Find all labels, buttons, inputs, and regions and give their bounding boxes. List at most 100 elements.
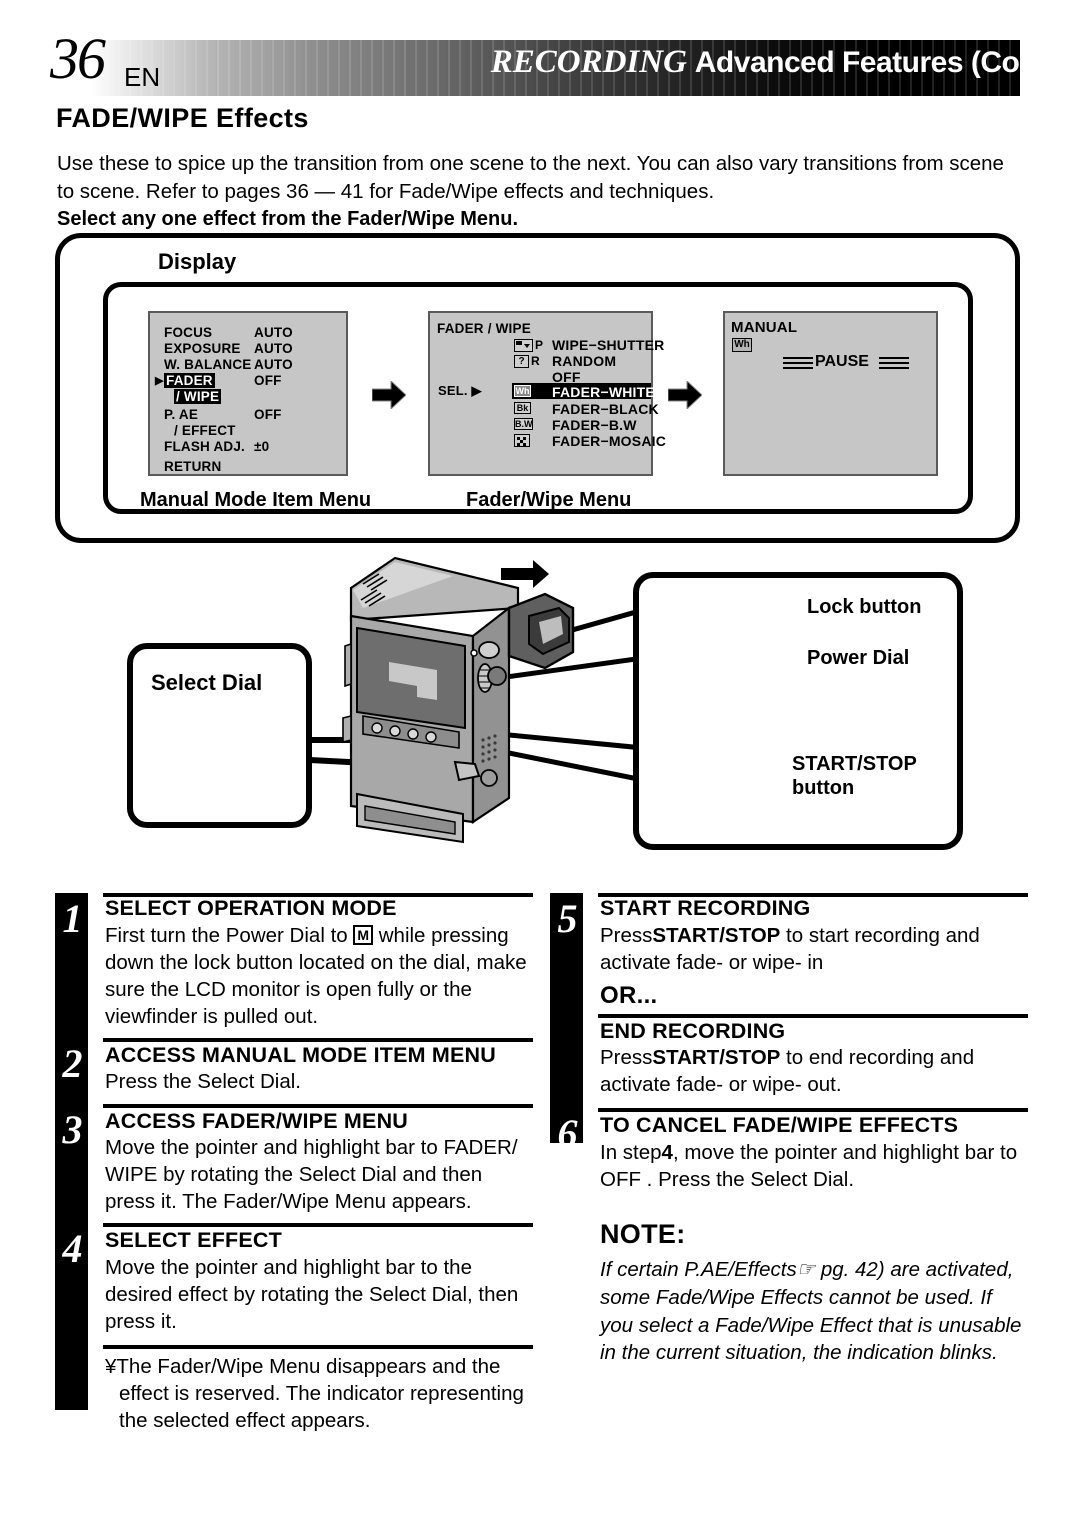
- step-title: SELECT OPERATION MODE: [105, 896, 397, 920]
- pause-status-group: PAUSE: [783, 353, 913, 373]
- menu-row-value: AUTO: [254, 357, 293, 372]
- step-body: Move the pointer and highlight bar to FA…: [105, 1136, 518, 1214]
- caption-fader-wipe-menu: Fader/Wipe Menu: [466, 489, 632, 511]
- step-body-pre: In step: [600, 1141, 662, 1165]
- step-divider: [103, 1037, 533, 1042]
- fader-wipe-item-label: FADER−B.W: [552, 417, 637, 433]
- or-label: OR...: [600, 981, 658, 1009]
- menu-row-label-highlighted: FADER: [164, 373, 215, 388]
- display-label: Display: [158, 249, 237, 274]
- menu-row-value: AUTO: [254, 325, 293, 340]
- sel-pointer-label: SEL. ▶: [438, 383, 482, 398]
- step-body: In step4, move the pointer and highlight…: [600, 1139, 1028, 1193]
- manual-mode-label: MANUAL: [731, 319, 798, 336]
- menu-row-value: OFF: [254, 373, 282, 388]
- random-icon-text: R: [531, 354, 540, 368]
- steps-column-left: 1 SELECT OPERATION MODE First turn the P…: [55, 893, 533, 1434]
- step-number: 3: [62, 1106, 83, 1152]
- select-dial-label: Select Dial: [151, 670, 263, 695]
- step-body: First turn the Power Dial to M while pre…: [105, 922, 533, 1030]
- camera-illustration-area: Select Dial Lock button Power Dial START…: [55, 550, 1020, 870]
- step-divider: [103, 1345, 533, 1350]
- step-2: 2 ACCESS MANUAL MODE ITEM MENU Press the…: [55, 1037, 533, 1096]
- step-number: 4: [62, 1226, 83, 1272]
- wipe-shutter-icon: [514, 339, 533, 352]
- step-body-pre: First turn the Power Dial to: [105, 923, 354, 947]
- fader-wipe-menu-screen: FADER / WIPE SEL. ▶ P WIPE−SHUTTER ? R R…: [428, 311, 666, 476]
- fader-wipe-item-label: FADER−MOSAIC: [552, 433, 667, 449]
- mode-m-icon: M: [353, 924, 374, 945]
- manual-mode-item-menu-screen: FOCUS AUTO EXPOSURE AUTO W. BALANCE AUTO…: [148, 311, 348, 476]
- note-block: NOTE: If certain P.AE/Effects☞ pg. 42) a…: [600, 1219, 1028, 1367]
- caption-manual-mode-item-menu: Manual Mode Item Menu: [140, 489, 372, 511]
- header-title-recording: RECORDING: [490, 44, 687, 80]
- start-stop-label-line1: START/STOP: [792, 753, 917, 775]
- step-3: 3 ACCESS FADER/WIPE MENU Move the pointe…: [55, 1103, 533, 1216]
- step-number: 5: [557, 896, 578, 941]
- fader-black-icon: Bk: [514, 402, 531, 414]
- step-title: ACCESS MANUAL MODE ITEM MENU: [105, 1042, 497, 1067]
- menu-row-label: FOCUS: [164, 325, 213, 340]
- random-icon: ?: [514, 355, 529, 368]
- step-title: END RECORDING: [600, 1018, 786, 1043]
- start-stop-button-label: START/STOP button: [792, 753, 917, 800]
- step-divider: [103, 893, 533, 897]
- menu-row-label: W. BALANCE: [164, 357, 252, 372]
- step-body-pre: Press: [600, 923, 653, 947]
- end-recording-block: END RECORDING PressSTART/STOP to end rec…: [550, 1013, 1028, 1099]
- step-5: 5 START RECORDING PressSTART/STOP to sta…: [550, 893, 1028, 976]
- left-bullet-note: ¥The Fader/Wipe Menu disappears and the …: [55, 1345, 533, 1434]
- step-1: 1 SELECT OPERATION MODE First turn the P…: [55, 893, 533, 1030]
- menu-row-label: EXPOSURE: [164, 341, 241, 356]
- step-divider: [103, 1103, 533, 1108]
- step-body: PressSTART/STOP to end recording and act…: [600, 1044, 1028, 1098]
- step-body: Press the Select Dial.: [105, 1070, 301, 1094]
- fader-wipe-item-label: FADER−BLACK: [552, 401, 659, 417]
- start-stop-emphasis: START/STOP: [652, 1046, 781, 1070]
- step-title: START RECORDING: [600, 896, 811, 920]
- menu-pointer-icon: ▶: [155, 375, 164, 387]
- wipe-shutter-icon-text: P: [535, 338, 544, 352]
- step-number: 6: [557, 1111, 578, 1157]
- step-6: 6 TO CANCEL FADE/WIPE EFFECTS In step4, …: [550, 1108, 1028, 1193]
- start-stop-label-line2: button: [792, 776, 855, 799]
- or-divider-label: OR...: [550, 982, 1028, 1010]
- header-title-subtitle: Advanced Features (Cont.): [694, 46, 1065, 79]
- menu-row-label: FLASH ADJ.: [164, 439, 246, 454]
- bullet-text: ¥The Fader/Wipe Menu disappears and the …: [105, 1353, 533, 1434]
- menu-row-value: AUTO: [254, 341, 293, 356]
- menu-return-label: RETURN: [164, 459, 222, 474]
- step-title: ACCESS FADER/WIPE MENU: [105, 1108, 409, 1133]
- fader-wipe-menu-title: FADER / WIPE: [437, 321, 531, 336]
- step-reference-emphasis: 4: [661, 1141, 673, 1165]
- menu-row-value: OFF: [254, 407, 282, 422]
- bullet-body: The Fader/Wipe Menu disappears and the e…: [116, 1355, 524, 1433]
- lock-button-label: Lock button: [807, 596, 922, 618]
- note-body-pre: If certain P.AE/Effects: [600, 1258, 797, 1282]
- steps-column-right: 5 START RECORDING PressSTART/STOP to sta…: [550, 893, 1028, 1367]
- right-arrow-icon: [668, 381, 702, 409]
- step-divider: [103, 1223, 533, 1228]
- note-body: If certain P.AE/Effects☞ pg. 42) are act…: [600, 1256, 1028, 1367]
- fader-wipe-item-label: RANDOM: [552, 353, 617, 369]
- page-language-code: EN: [124, 62, 161, 92]
- step-number: 1: [62, 896, 83, 941]
- camcorder-illustration: [342, 556, 575, 844]
- step-divider: [598, 1108, 1028, 1113]
- section-title: FADE/WIPE Effects: [56, 103, 309, 133]
- page-number: 36: [50, 26, 106, 91]
- step-number: 2: [62, 1040, 83, 1086]
- header-title: RECORDING Advanced Features (Cont.): [490, 44, 1065, 81]
- fader-mosaic-icon: [514, 434, 530, 447]
- menu-highlight-fader: FADER: [164, 373, 215, 388]
- step-divider: [598, 1013, 1028, 1018]
- fader-white-indicator-icon: Wh: [732, 338, 752, 352]
- start-stop-emphasis: START/STOP: [652, 923, 781, 947]
- step-title: TO CANCEL FADE/WIPE EFFECTS: [600, 1113, 959, 1138]
- manual-status-screen: MANUAL Wh PAUSE: [723, 311, 938, 476]
- step-body: Move the pointer and highlight bar to th…: [105, 1255, 519, 1334]
- intro-paragraph: Use these to spice up the transition fro…: [57, 152, 1004, 203]
- step-body: PressSTART/STOP to start recording and a…: [600, 922, 1028, 976]
- menu-row-label: / EFFECT: [174, 423, 236, 438]
- fader-bw-icon: B.W: [514, 418, 533, 430]
